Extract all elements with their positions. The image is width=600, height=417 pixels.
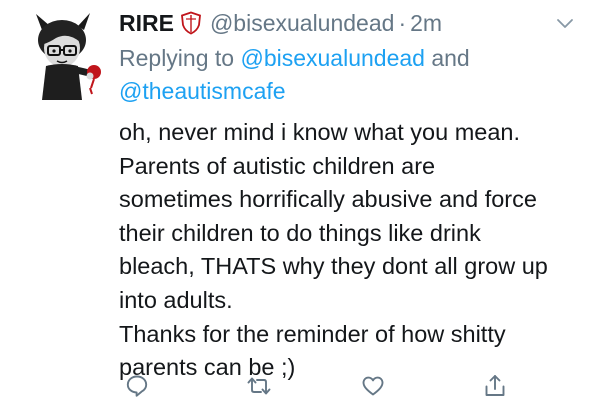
avatar[interactable] [20,8,104,108]
reply-mention[interactable]: @bisexualundead [240,45,424,71]
shield-icon [180,11,202,35]
tweet-text-line: oh, never mind i know what you mean. [119,119,521,145]
share-button[interactable] [479,370,511,402]
user-handle[interactable]: @bisexualundead [210,10,394,37]
like-button[interactable] [357,370,389,402]
tweet-text-line: Parents of autistic children are [119,152,436,179]
reply-mention[interactable]: @theautismcafe [119,78,286,104]
tweet-text-line: their children to do things like drink [119,219,481,246]
reply-prefix: Replying to [119,45,235,71]
separator-dot: · [398,9,407,36]
tweet-text: oh, never mind i know what you mean. Par… [119,116,589,385]
retweet-icon [247,377,271,395]
tweet-text-line: into adults. [119,286,233,313]
timestamp[interactable]: 2m [410,10,442,37]
reply-button[interactable] [121,370,153,402]
replying-to: Replying to @bisexualundead and @theauti… [119,42,579,108]
chevron-down-icon[interactable] [554,12,576,34]
tweet-header: RIRE @bisexualundead · 2m [119,8,442,38]
comment-icon [126,375,148,397]
retweet-button[interactable] [243,370,275,402]
share-icon [485,375,505,396]
tweet-card: RIRE @bisexualundead · 2m Replying to @b… [0,0,600,417]
tweet-text-line: Thanks for the reminder of how shitty [119,320,506,347]
tweet-text-line: sometimes horrifically abusive and force [119,186,537,213]
display-name[interactable]: RIRE [119,10,174,37]
heart-icon [362,376,384,396]
reply-joiner: and [431,45,470,71]
tweet-text-line: bleach, THATS why they dont all grow up [119,253,548,280]
action-bar [0,370,600,406]
